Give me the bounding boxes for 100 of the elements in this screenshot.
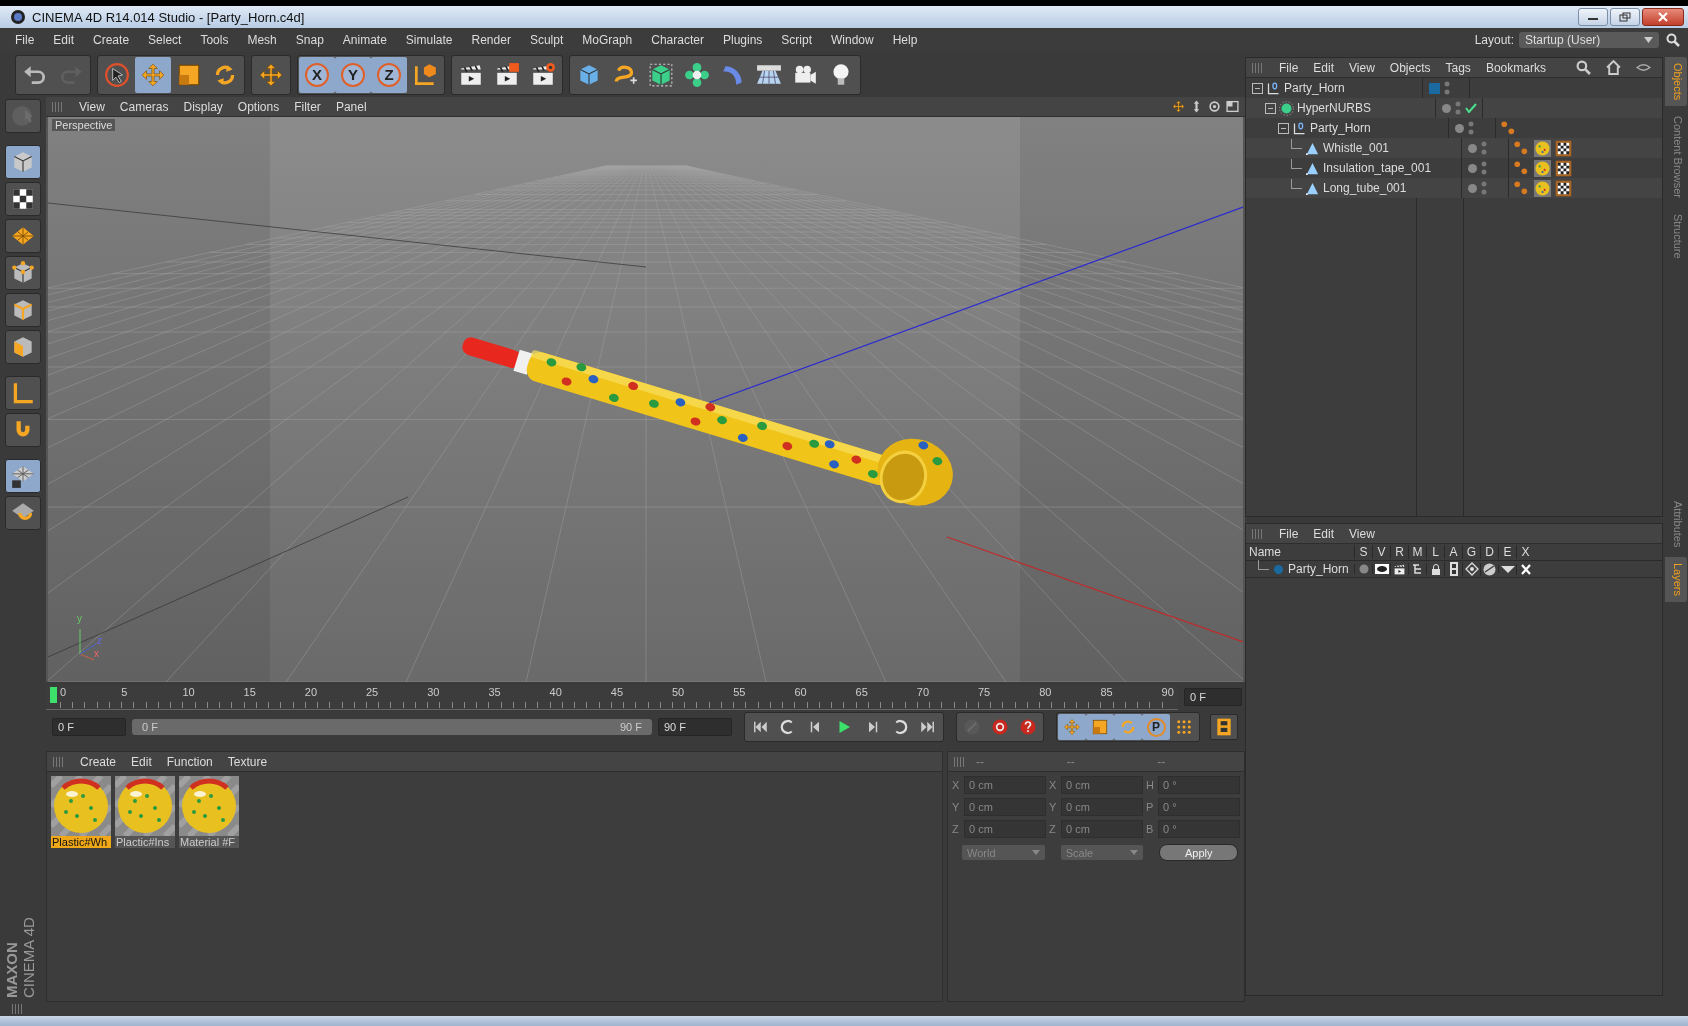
- x-mark-icon[interactable]: [1520, 563, 1531, 575]
- frame-range-slider[interactable]: 0 F 90 F: [132, 719, 652, 735]
- search-icon[interactable]: [1575, 60, 1591, 75]
- magnet-mode-button[interactable]: [5, 413, 41, 447]
- object-name[interactable]: Party_Horn: [1284, 81, 1345, 95]
- playhead[interactable]: [50, 686, 57, 703]
- pan-icon[interactable]: [1172, 100, 1185, 113]
- menu-item[interactable]: View: [1349, 60, 1375, 75]
- enabled-dot[interactable]: [1468, 143, 1477, 153]
- phong-dots-icon[interactable]: [1513, 159, 1530, 177]
- clapperboard-icon[interactable]: [1393, 562, 1406, 576]
- menu-item[interactable]: Window: [831, 33, 874, 47]
- object-name[interactable]: Insulation_tape_001: [1323, 161, 1432, 175]
- menu-item[interactable]: Simulate: [405, 33, 453, 47]
- workplane-mode-button[interactable]: [5, 219, 41, 253]
- menu-item[interactable]: Render: [471, 33, 511, 47]
- hierarchy-icon[interactable]: [1411, 563, 1424, 575]
- menu-item[interactable]: Mesh: [247, 33, 277, 47]
- checker-tag-icon[interactable]: [1555, 139, 1572, 157]
- menu-item[interactable]: File: [1279, 60, 1299, 75]
- film-strip-icon[interactable]: [1449, 562, 1458, 576]
- edges-mode-button[interactable]: [5, 293, 41, 327]
- menu-item[interactable]: View: [79, 99, 105, 114]
- collapse-icon[interactable]: [1252, 82, 1263, 94]
- timeline-ruler[interactable]: 0 5 10 15 20 25 30 35 40 45 50 55 60 65 70 75 80 85 90: [46, 684, 1178, 710]
- side-tab[interactable]: Objects: [1665, 57, 1687, 107]
- move-tool-button[interactable]: [135, 56, 171, 93]
- object-name[interactable]: Party_Horn: [1310, 121, 1371, 135]
- side-tab[interactable]: Layers: [1665, 557, 1687, 603]
- visibility-dots-icon[interactable]: [1481, 180, 1487, 196]
- visibility-dots-icon[interactable]: [1455, 100, 1461, 116]
- menu-item[interactable]: View: [1349, 526, 1375, 541]
- material-swatch[interactable]: Material #F: [179, 776, 239, 848]
- menu-item[interactable]: Plugins: [722, 33, 763, 47]
- menu-item[interactable]: Filter: [294, 99, 321, 114]
- orbit-icon[interactable]: [1208, 100, 1221, 113]
- enabled-dot[interactable]: [1468, 183, 1477, 193]
- snap-mode-button[interactable]: [5, 496, 41, 530]
- phong-dots-icon[interactable]: [1513, 139, 1530, 157]
- menu-item[interactable]: Animate: [342, 33, 387, 47]
- material-ball-icon[interactable]: [1534, 159, 1551, 177]
- collapse-icon[interactable]: [1265, 102, 1276, 114]
- start-frame-field[interactable]: 0 F: [52, 718, 126, 736]
- model-mode-button[interactable]: [5, 145, 41, 179]
- menu-item[interactable]: Script: [781, 33, 812, 47]
- maximize-view-icon[interactable]: [1226, 100, 1239, 113]
- visibility-dots-icon[interactable]: [1481, 160, 1487, 176]
- menu-item[interactable]: Function: [166, 754, 213, 769]
- minimize-button[interactable]: [1578, 8, 1608, 26]
- menu-item[interactable]: Bookmarks: [1485, 60, 1546, 75]
- axis-lock-button[interactable]: Y: [335, 56, 371, 93]
- visibility-dots-icon[interactable]: [1468, 120, 1474, 136]
- menu-item[interactable]: Tags: [1445, 60, 1471, 75]
- menu-item[interactable]: Cameras: [119, 99, 169, 114]
- phong-dots-icon[interactable]: [1500, 119, 1517, 137]
- param-key-button[interactable]: P: [1142, 714, 1170, 740]
- material-ball-icon[interactable]: [1534, 179, 1551, 197]
- menu-item[interactable]: Display: [183, 99, 223, 114]
- menu-item[interactable]: Character: [651, 33, 704, 47]
- end-frame-field[interactable]: 90 F: [658, 718, 732, 736]
- axis-mode-button[interactable]: [5, 376, 41, 410]
- close-button[interactable]: [1642, 8, 1684, 26]
- layout-dropdown[interactable]: Startup (User): [1519, 32, 1659, 48]
- menu-item[interactable]: Edit: [131, 754, 152, 769]
- menu-item[interactable]: Objects: [1389, 60, 1431, 75]
- deformer-icon[interactable]: [1483, 562, 1496, 576]
- phong-dots-icon[interactable]: [1513, 179, 1530, 197]
- object-name[interactable]: Long_tube_001: [1323, 181, 1407, 195]
- home-icon[interactable]: [1605, 60, 1621, 75]
- axis-lock-button[interactable]: X: [299, 56, 335, 93]
- menu-item[interactable]: Sculpt: [529, 33, 564, 47]
- texture-mode-button[interactable]: [5, 182, 41, 216]
- axis-lock-button[interactable]: Z: [371, 56, 407, 93]
- menu-item[interactable]: Edit: [1313, 526, 1335, 541]
- material-swatch[interactable]: Plactic#Ins: [115, 776, 175, 848]
- visibility-dots-icon[interactable]: [1481, 140, 1487, 156]
- expression-icon[interactable]: [1500, 565, 1515, 573]
- enabled-dot[interactable]: [1455, 123, 1464, 133]
- menu-item[interactable]: Texture: [227, 754, 268, 769]
- padlock-icon[interactable]: [1430, 563, 1441, 575]
- points-mode-button[interactable]: [5, 256, 41, 290]
- generator-icon[interactable]: [1464, 562, 1479, 576]
- menu-item[interactable]: Snap: [295, 33, 324, 47]
- checker-tag-icon[interactable]: [1555, 159, 1572, 177]
- layer-color-swatch[interactable]: [1429, 82, 1440, 94]
- menu-item[interactable]: MoGraph: [582, 33, 633, 47]
- material-swatch[interactable]: Plastic#Wh: [51, 776, 111, 848]
- current-frame-field[interactable]: 0 F: [1184, 688, 1242, 706]
- object-name[interactable]: HyperNURBS: [1297, 101, 1371, 115]
- material-ball-icon[interactable]: [1534, 139, 1551, 157]
- menu-item[interactable]: Panel: [335, 99, 367, 114]
- menu-item[interactable]: Select: [148, 33, 182, 47]
- object-name[interactable]: Whistle_001: [1323, 141, 1390, 155]
- checker-tag-icon[interactable]: [1555, 179, 1572, 197]
- polygons-mode-button[interactable]: [5, 330, 41, 364]
- grid-lock-mode-button[interactable]: [5, 459, 41, 493]
- checkmark-icon[interactable]: [1465, 103, 1477, 113]
- restore-button[interactable]: [1610, 8, 1640, 26]
- search-icon[interactable]: [1666, 33, 1680, 47]
- menu-item[interactable]: Create: [80, 754, 117, 769]
